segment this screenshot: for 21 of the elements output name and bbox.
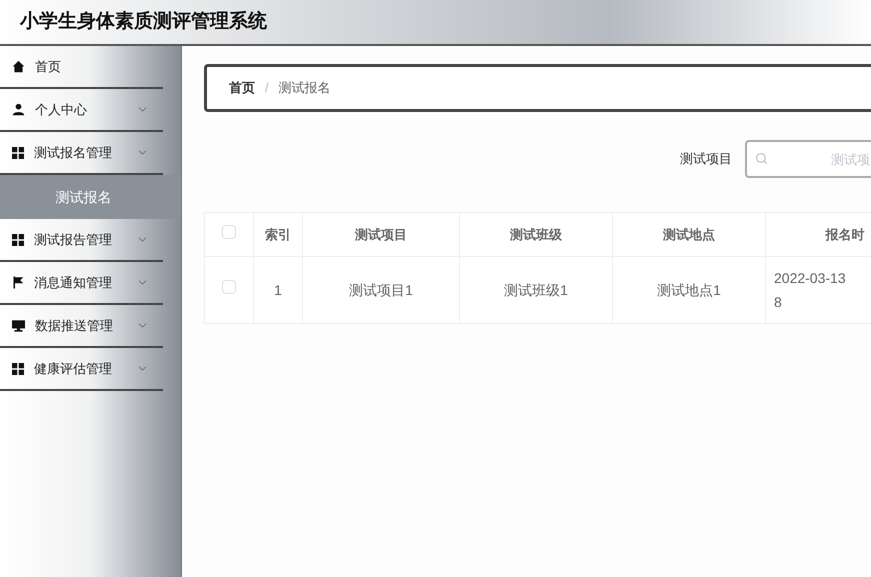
breadcrumb-link[interactable]: 首页: [229, 78, 255, 98]
sidebar-item[interactable]: 数据推送管理: [0, 305, 163, 348]
search-field[interactable]: 测试项: [745, 140, 871, 178]
sidebar-item[interactable]: 个人中心: [0, 89, 163, 132]
table-cell: 测试项目1: [302, 256, 460, 324]
table-cell: 测试班级1: [460, 256, 612, 324]
breadcrumb-link[interactable]: 测试报名: [278, 78, 331, 98]
sidebar-item[interactable]: 首页: [0, 46, 163, 89]
column-header: 索引: [254, 212, 302, 256]
app-title: 小学生身体素质测评管理系统: [20, 10, 267, 34]
search-label: 测试项目: [680, 150, 732, 168]
column-header: 测试班级: [460, 212, 612, 256]
sidebar-item[interactable]: 消息通知管理: [0, 262, 163, 305]
column-header: 测试项目: [302, 212, 460, 256]
table-cell: 测试地点1: [612, 256, 766, 324]
sidebar-item[interactable]: 健康评估管理: [0, 348, 163, 391]
column-header: 报名时: [766, 212, 871, 256]
table-cell: 1: [254, 256, 302, 324]
column-header: 测试地点: [612, 212, 766, 256]
breadcrumb-separator: /: [265, 79, 269, 98]
sidebar-item[interactable]: 测试报告管理: [0, 219, 163, 262]
